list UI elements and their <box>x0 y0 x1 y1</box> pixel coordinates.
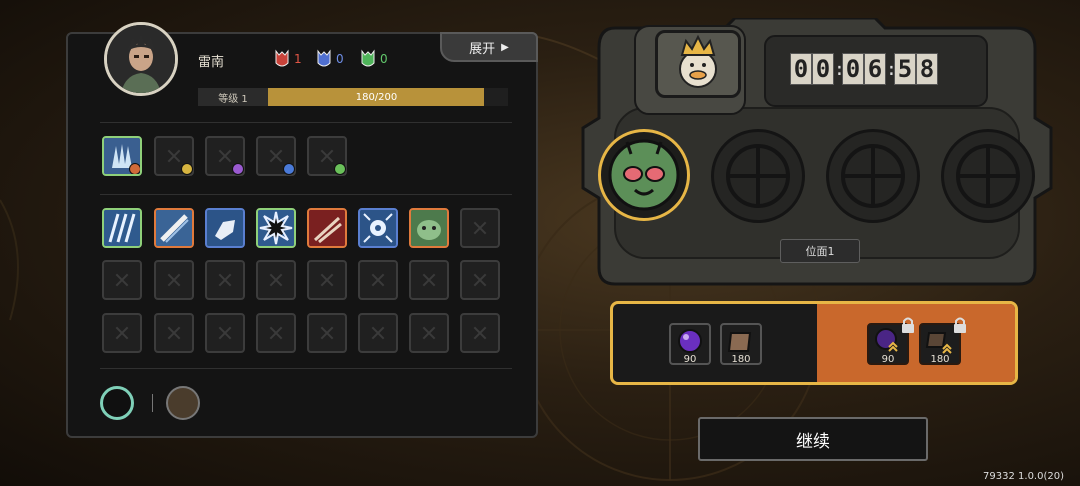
reward-count: 90 <box>881 354 895 365</box>
skill-slot-8[interactable] <box>460 208 500 248</box>
skill-slot-13[interactable] <box>307 260 347 300</box>
xp-text: 180/200 <box>355 91 398 103</box>
stage-node-locked-1 <box>711 129 805 223</box>
filter-circle-green[interactable] <box>100 386 134 420</box>
skill-slot-16[interactable] <box>460 260 500 300</box>
timer-digit: 8 <box>916 53 938 85</box>
red-slash-icon <box>309 210 345 246</box>
blade-slash-icon <box>156 210 192 246</box>
countdown-timer: 0 0 : 0 6 : 5 8 <box>790 53 938 85</box>
skill-slot-14[interactable] <box>358 260 398 300</box>
skill-slot-24[interactable] <box>460 313 500 353</box>
skill-slot-18[interactable] <box>154 313 194 353</box>
socket-gem-icon <box>232 163 244 175</box>
hero-panel: 雷南 1 0 0 展开 ▶ 等级 1 180/200 <box>66 22 538 438</box>
separator <box>152 394 153 412</box>
lightning-eye-icon <box>360 210 396 246</box>
skill-slot-7[interactable] <box>409 208 449 248</box>
divider <box>100 194 512 195</box>
skill-slot-9[interactable] <box>102 260 142 300</box>
green-mask-icon <box>361 49 375 67</box>
red-mask-icon <box>275 49 289 67</box>
locked-node-icon <box>956 144 1020 208</box>
stage-node-locked-3 <box>941 129 1035 223</box>
skill-slot-5[interactable] <box>307 208 347 248</box>
skill-slot-17[interactable] <box>102 313 142 353</box>
level-label: 等级 1 <box>198 88 268 106</box>
timer-digit: 5 <box>894 53 916 85</box>
socket-gem-icon <box>283 163 295 175</box>
locked-node-icon <box>841 144 905 208</box>
equipment-slot-1[interactable] <box>102 136 142 176</box>
skill-slot-20[interactable] <box>256 313 296 353</box>
skill-slot-23[interactable] <box>409 313 449 353</box>
crown-duck-icon <box>679 34 717 88</box>
continue-button-label: 继续 <box>796 431 830 452</box>
expand-button[interactable]: 展开 ▶ <box>440 32 538 62</box>
skill-slot-21[interactable] <box>307 313 347 353</box>
lock-icon <box>954 317 966 333</box>
blue-mask-icon <box>317 49 331 67</box>
continue-button[interactable]: 继续 <box>698 417 928 461</box>
reward-count: 180 <box>731 354 751 365</box>
lock-icon <box>902 317 914 333</box>
xp-bar: 180/200 <box>268 88 508 106</box>
equipment-slot-5[interactable] <box>307 136 347 176</box>
socket-gem-icon <box>334 163 346 175</box>
boss-badge[interactable] <box>655 30 741 98</box>
skill-slot-22[interactable] <box>358 313 398 353</box>
skill-slot-3[interactable] <box>205 208 245 248</box>
timer-colon: : <box>886 58 897 80</box>
timer-digit: 0 <box>790 53 812 85</box>
reward-panel: 90 180 90 180 <box>610 301 1018 385</box>
claw-strike-icon <box>104 210 140 246</box>
resource-green: 0 <box>360 49 388 69</box>
equipment-slot-2[interactable] <box>154 136 194 176</box>
stage-node-locked-2 <box>826 129 920 223</box>
beetle-enemy-icon <box>608 139 680 211</box>
hero-avatar[interactable] <box>104 22 178 96</box>
skill-slot-19[interactable] <box>205 313 245 353</box>
reward-count: 180 <box>930 354 950 365</box>
version-text: 79332 1.0.0(20) <box>983 471 1064 482</box>
stage-node-active[interactable] <box>598 129 690 221</box>
skill-slot-11[interactable] <box>205 260 245 300</box>
hero-name: 雷南 <box>198 55 225 70</box>
timer-digit: 6 <box>864 53 886 85</box>
play-arrow-icon: ▶ <box>501 41 509 53</box>
socket-gem-icon <box>129 163 140 174</box>
spike-burst-icon <box>258 210 294 246</box>
resource-green-value: 0 <box>380 52 388 66</box>
divider <box>100 368 512 369</box>
resource-red: 1 <box>274 49 302 69</box>
stage-layer-label: 位面1 <box>780 239 860 263</box>
skill-slot-2[interactable] <box>154 208 194 248</box>
socket-gem-icon <box>181 163 193 175</box>
locked-node-icon <box>726 144 790 208</box>
hero-portrait-icon <box>107 25 175 93</box>
timer-digit: 0 <box>812 53 834 85</box>
timer-digit: 0 <box>842 53 864 85</box>
skill-slot-10[interactable] <box>154 260 194 300</box>
skill-slot-6[interactable] <box>358 208 398 248</box>
skill-slot-1[interactable] <box>102 208 142 248</box>
fist-punch-icon <box>207 210 243 246</box>
expand-button-label: 展开 <box>469 41 496 57</box>
skill-slot-4[interactable] <box>256 208 296 248</box>
timer-colon: : <box>834 58 845 80</box>
filter-circle-brown[interactable] <box>166 386 200 420</box>
resource-blue-value: 0 <box>336 52 344 66</box>
divider <box>100 122 512 123</box>
premium-reward-area[interactable] <box>817 304 1015 382</box>
equipment-slot-4[interactable] <box>256 136 296 176</box>
resource-red-value: 1 <box>294 52 302 66</box>
skill-slot-12[interactable] <box>256 260 296 300</box>
skill-slot-15[interactable] <box>409 260 449 300</box>
beast-face-icon <box>411 210 447 246</box>
reward-count: 90 <box>683 354 697 365</box>
equipment-slot-3[interactable] <box>205 136 245 176</box>
resource-blue: 0 <box>316 49 344 69</box>
